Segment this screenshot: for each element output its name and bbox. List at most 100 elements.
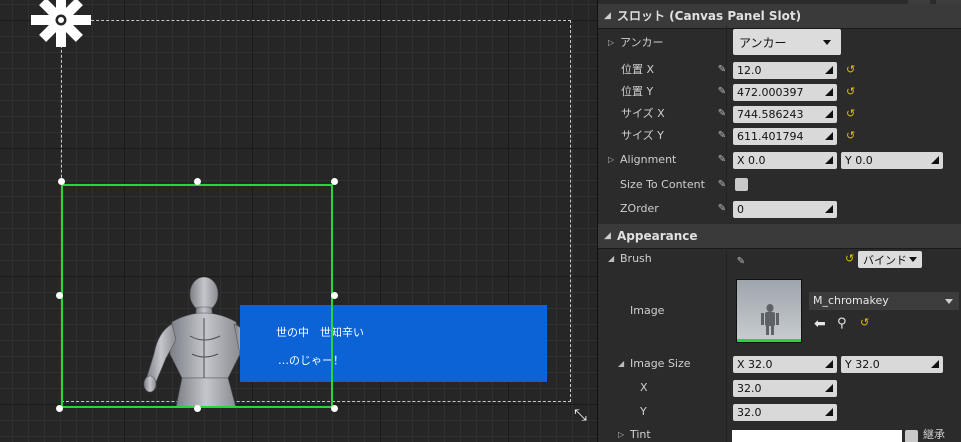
- resize-handle-right[interactable]: [331, 292, 338, 299]
- collapse-triangle-icon: ◢: [604, 11, 611, 21]
- image-size-y-row: Y 32.0: [598, 401, 961, 423]
- selected-widget-outline[interactable]: [61, 184, 333, 408]
- position-y-field[interactable]: 472.000397: [733, 84, 837, 101]
- slot-section-header[interactable]: ◢ スロット (Canvas Panel Slot): [598, 4, 961, 29]
- image-size-row: ◢ Image Size X 32.0 Y 32.0: [598, 353, 961, 375]
- brush-label: Brush: [620, 252, 652, 265]
- y-value-field[interactable]: 32.0: [733, 404, 837, 421]
- bind-wand-icon[interactable]: ✎: [716, 203, 728, 215]
- zorder-field[interactable]: 0: [733, 201, 837, 218]
- thumbnail-mannequin-icon: [761, 304, 779, 335]
- expand-triangle-icon[interactable]: ▷: [608, 32, 614, 54]
- collapse-triangle-icon: ◢: [604, 231, 611, 241]
- resize-handle-left[interactable]: [56, 292, 63, 299]
- slot-section-title: スロット (Canvas Panel Slot): [617, 9, 802, 23]
- position-y-row: 位置 Y ✎ 472.000397 ↺: [598, 81, 961, 103]
- position-x-label: 位置 X: [621, 63, 655, 76]
- drag-corner-icon: [825, 88, 833, 96]
- drag-corner-icon: [931, 156, 939, 164]
- x-value-field[interactable]: 32.0: [733, 380, 837, 397]
- canvas-resize-icon[interactable]: ⤡: [574, 405, 587, 425]
- image-size-y-field[interactable]: Y 32.0: [841, 356, 943, 373]
- alignment-row: ▷ Alignment ✎ X 0.0 Y 0.0: [598, 149, 961, 171]
- details-panel: ◢ スロット (Canvas Panel Slot) ▷ アンカー アンカー 位…: [597, 0, 961, 442]
- resize-handle-bottom-right[interactable]: [331, 405, 338, 412]
- bind-wand-icon[interactable]: ✎: [716, 108, 728, 120]
- zorder-row: ZOrder ✎ 0: [598, 198, 961, 220]
- bind-wand-icon[interactable]: ✎: [716, 64, 728, 76]
- drag-corner-icon: [825, 360, 833, 368]
- reset-arrow-icon[interactable]: ↺: [846, 106, 860, 122]
- size-x-row: サイズ X ✎ 744.586243 ↺: [598, 103, 961, 125]
- appearance-section-title: Appearance: [617, 229, 698, 243]
- inherit-checkbox[interactable]: [905, 430, 918, 442]
- zorder-label: ZOrder: [620, 202, 659, 215]
- x-label: X: [640, 381, 648, 394]
- reset-arrow-icon[interactable]: ↺: [860, 316, 869, 329]
- position-x-field[interactable]: 12.0: [733, 62, 837, 79]
- alignment-label: Alignment: [620, 153, 677, 166]
- collapse-triangle-icon[interactable]: ◢: [608, 248, 614, 270]
- alignment-y-field[interactable]: Y 0.0: [841, 152, 943, 169]
- anchor-medallion-icon[interactable]: [28, 0, 94, 52]
- material-name: M_chromakey: [813, 294, 889, 307]
- bind-wand-icon[interactable]: ✎: [716, 130, 728, 142]
- resize-handle-top-right[interactable]: [331, 178, 338, 185]
- bind-dropdown-label: バインド: [863, 254, 907, 267]
- anchor-row: ▷ アンカー アンカー: [598, 29, 961, 55]
- bind-dropdown[interactable]: バインド: [858, 251, 922, 268]
- image-size-x-row: X 32.0: [598, 377, 961, 399]
- resize-handle-top[interactable]: [194, 178, 201, 185]
- bind-wand-icon[interactable]: ✎: [735, 256, 747, 268]
- drag-corner-icon: [825, 110, 833, 118]
- size-x-label: サイズ X: [621, 107, 665, 120]
- size-y-label: サイズ Y: [621, 129, 664, 142]
- anchor-dropdown[interactable]: アンカー: [733, 29, 841, 55]
- drag-corner-icon: [825, 66, 833, 74]
- expand-triangle-icon[interactable]: ▷: [608, 149, 614, 171]
- reset-arrow-icon[interactable]: ↺: [846, 84, 860, 100]
- position-x-row: 位置 X ✎ 12.0 ↺: [598, 59, 961, 81]
- browse-magnifier-icon[interactable]: ⚲: [837, 316, 847, 331]
- alignment-x-field[interactable]: X 0.0: [733, 152, 837, 169]
- brush-thumbnail[interactable]: [736, 279, 802, 343]
- use-selected-arrow-icon[interactable]: ⬅: [814, 316, 826, 332]
- size-to-content-row: Size To Content ✎: [598, 174, 961, 196]
- appearance-section-header[interactable]: ◢ Appearance: [598, 224, 961, 249]
- image-label: Image: [630, 304, 665, 317]
- drag-corner-icon: [825, 205, 833, 213]
- brush-row: ◢ Brush ✎ ↺ バインド: [598, 248, 961, 270]
- resize-handle-bottom-left[interactable]: [56, 405, 63, 412]
- bind-wand-icon[interactable]: ✎: [716, 154, 728, 166]
- size-x-field[interactable]: 744.586243: [733, 106, 837, 123]
- reset-arrow-icon[interactable]: ↺: [846, 62, 860, 78]
- tint-label: Tint: [630, 428, 651, 441]
- image-size-label: Image Size: [630, 357, 691, 370]
- size-y-field[interactable]: 611.401794: [733, 128, 837, 145]
- chevron-down-icon: [945, 299, 953, 304]
- size-to-content-label: Size To Content: [620, 178, 705, 191]
- reset-arrow-icon[interactable]: ↺: [846, 128, 860, 144]
- size-y-row: サイズ Y ✎ 611.401794 ↺: [598, 125, 961, 147]
- collapse-triangle-icon[interactable]: ◢: [618, 353, 624, 375]
- reset-arrow-icon[interactable]: ↺: [845, 251, 859, 267]
- drag-corner-icon: [931, 360, 939, 368]
- size-to-content-checkbox[interactable]: [735, 178, 748, 191]
- designer-viewport[interactable]: 世の中 世知辛い …のじゃー！ ⤡: [0, 0, 597, 442]
- chevron-down-icon: [823, 40, 831, 45]
- anchor-dropdown-label: アンカー: [739, 36, 787, 50]
- expand-triangle-icon[interactable]: ▷: [618, 424, 624, 442]
- thumbnail-stripe: [737, 339, 801, 342]
- resize-handle-top-left[interactable]: [58, 178, 65, 185]
- bind-wand-icon[interactable]: ✎: [716, 86, 728, 98]
- image-size-x-field[interactable]: X 32.0: [733, 356, 837, 373]
- y-label: Y: [640, 405, 647, 418]
- resize-handle-bottom[interactable]: [194, 405, 201, 412]
- material-dropdown[interactable]: M_chromakey: [809, 292, 959, 310]
- drag-corner-icon: [825, 156, 833, 164]
- drag-corner-icon: [825, 408, 833, 416]
- bind-wand-icon[interactable]: ✎: [716, 179, 728, 191]
- drag-corner-icon: [825, 384, 833, 392]
- position-y-label: 位置 Y: [621, 85, 654, 98]
- tint-color-swatch[interactable]: [732, 430, 902, 442]
